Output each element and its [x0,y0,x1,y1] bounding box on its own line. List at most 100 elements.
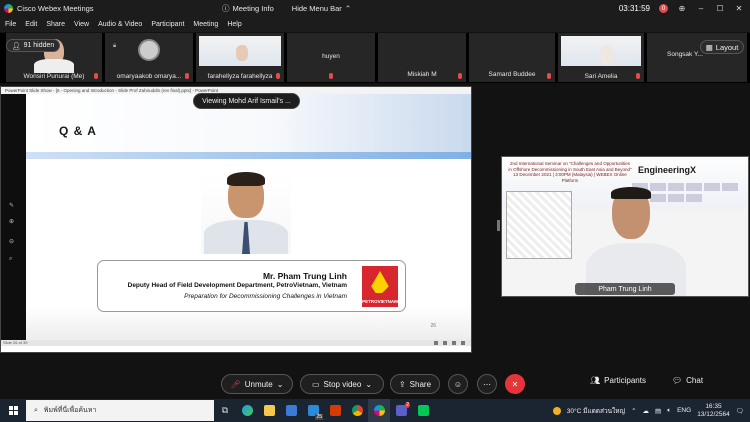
line-icon [417,405,429,416]
offshore-rig-graphic [506,191,572,259]
office-icon [329,405,341,416]
more-icon[interactable]: ⊕ [677,4,687,13]
taskbar-app-explorer[interactable] [258,399,280,422]
reactions-button[interactable]: ☺ [448,374,468,394]
menu-share[interactable]: Share [46,21,65,28]
meeting-info-button[interactable]: ⓘ Meeting Info [222,3,274,14]
thumbnail-participant[interactable]: 🔒︎ omaryaakob omarya... [105,33,193,82]
taskbar-app-edge[interactable] [236,399,258,422]
participant-name: Miskiah M [407,71,437,78]
speaker-info-box: Mr. Pham Trung Linh Deputy Head of Field… [97,260,406,312]
maximize-icon[interactable]: ☐ [715,4,725,13]
notification-icon[interactable]: 🗨︎ [736,407,744,415]
reading-view-icon[interactable] [452,341,456,345]
cloud-icon[interactable]: ☁ [643,407,650,415]
minimize-icon[interactable]: – [696,4,706,13]
slide-counter: Slide 26 of 39 [3,340,28,345]
start-button[interactable] [0,399,26,422]
camera-off-icon: 🔒︎ [113,43,117,49]
viewing-indicator[interactable]: Viewing Mohd Arif Ismail's ... [193,93,300,109]
thumbnail-participant[interactable]: Sari Amelia [558,33,644,82]
zoom-out-icon[interactable]: ⊖ [9,238,14,245]
close-icon[interactable]: ✕ [734,4,744,13]
slide-number: 26 [430,323,436,329]
taskbar-app-line[interactable] [412,399,434,422]
layout-button[interactable]: ▦ Layout [700,40,744,54]
speaker-name-tag: Pham Trung Linh [575,283,675,295]
menu-help[interactable]: Help [227,21,241,28]
powerpoint-slideshow: ✎ ⊕ ⊖ ⌕ Q & A Mr. Pham Trung Linh Deputy… [1,94,471,346]
speaker-icon[interactable]: 🔈︎ [667,407,671,415]
chevron-down-icon: ⌄ [365,379,373,389]
zoom-in-icon[interactable]: ⊕ [9,218,14,225]
taskbar-app-chrome[interactable] [346,399,368,422]
weather-sun-icon [552,406,561,415]
person-icon: 👤︎ [11,42,21,50]
menu-meeting[interactable]: Meeting [193,21,218,28]
panel-resize-handle[interactable] [497,220,500,231]
unmute-button[interactable]: 🎤︎ Unmute ⌄ [221,374,293,394]
menu-audio-video[interactable]: Audio & Video [98,21,142,28]
hide-menu-label: Hide Menu Bar [291,4,342,13]
slide-title: Q & A [59,124,97,138]
hide-menu-bar-button[interactable]: Hide Menu Bar ⌃ [292,4,351,13]
participants-button[interactable]: 👥︎ Participants [590,376,646,385]
participant-name: huyen [322,53,340,60]
chevron-up-icon[interactable]: ⌃ [631,407,636,415]
stop-video-button[interactable]: ▭ Stop video ⌄ [300,374,384,394]
chat-icon: 💬︎ [672,376,683,385]
share-label: Share [409,379,432,389]
more-options-button[interactable]: ⋯ [477,374,497,394]
participants-label: Participants [604,376,646,385]
thumbnail-participant[interactable]: Samard Buddee [469,33,555,82]
hidden-participants-button[interactable]: 👤︎ 91 hidden [6,39,60,52]
layout-label: Layout [715,42,739,52]
speaker-role: Deputy Head of Field Development Departm… [127,282,347,289]
search-icon[interactable]: ⌕ [9,256,12,263]
menu-edit[interactable]: Edit [25,21,37,28]
slide: Q & A Mr. Pham Trung Linh Deputy Head of… [26,94,471,346]
share-icon: ⇪ [398,379,406,389]
teams-badge: 2 [405,402,410,408]
taskbar-app-webex[interactable] [368,399,390,422]
thumbnail-participant[interactable]: huyen [287,33,375,82]
menu-view[interactable]: View [74,21,89,28]
chevron-down-icon: ⌄ [276,379,284,389]
talk-topic: Preparation for Decommissioning Challeng… [184,293,347,300]
slideshow-icon[interactable] [461,341,465,345]
menu-participant[interactable]: Participant [151,21,184,28]
language-indicator[interactable]: ENG [677,407,691,414]
taskbar-app-teams[interactable]: 2 [390,399,412,422]
menu-file[interactable]: File [5,21,16,28]
search-placeholder: พิมพ์ที่นี่เพื่อค้นหา [43,407,97,414]
clock[interactable]: 16:35 13/12/2564 [697,403,730,418]
app-title: Cisco Webex Meetings [17,4,94,13]
taskbar-app-office[interactable] [324,399,346,422]
stop-video-label: Stop video [323,379,362,389]
task-view-button[interactable]: ⧉ [214,399,236,422]
search-icon: ⌕ [34,406,38,414]
active-speaker-video[interactable]: 2nd International Seminar on "Challenges… [501,156,749,297]
taskbar-app-mail[interactable]: 25 [302,399,324,422]
thumbnail-participant[interactable]: Miskiah M [378,33,466,82]
share-button[interactable]: ⇪ Share [390,374,440,394]
mic-muted-icon [276,73,280,79]
meeting-timer: 03:31:59 [618,4,650,13]
pen-icon[interactable]: ✎ [9,202,14,209]
store-icon [285,405,297,416]
sorter-view-icon[interactable] [443,341,447,345]
weather-text[interactable]: 30°C มีแดดส่วนใหญ่ [567,406,625,416]
taskbar-app-store[interactable] [280,399,302,422]
banner-brand: EngineeringX [638,165,697,175]
speaker-name: Mr. Pham Trung Linh [262,271,347,281]
petrovietnam-logo: PETROVIETNAM [362,266,398,307]
leave-meeting-button[interactable]: ✕ [505,374,525,394]
normal-view-icon[interactable] [434,341,438,345]
network-icon[interactable]: ▤ [655,407,661,415]
thumbnail-participant[interactable]: farahellyza farahellyza [196,33,284,82]
taskbar-search[interactable]: ⌕ พิมพ์ที่นี่เพื่อค้นหา [26,400,214,421]
more-icon: ⋯ [483,379,491,389]
powerpoint-status-bar: Slide 26 of 39 [1,340,471,346]
participant-thumbnail-strip: Wonsiri Punurai (Me) 🔒︎ omaryaakob omary… [0,33,750,83]
chat-button[interactable]: 💬︎ Chat [672,376,703,385]
